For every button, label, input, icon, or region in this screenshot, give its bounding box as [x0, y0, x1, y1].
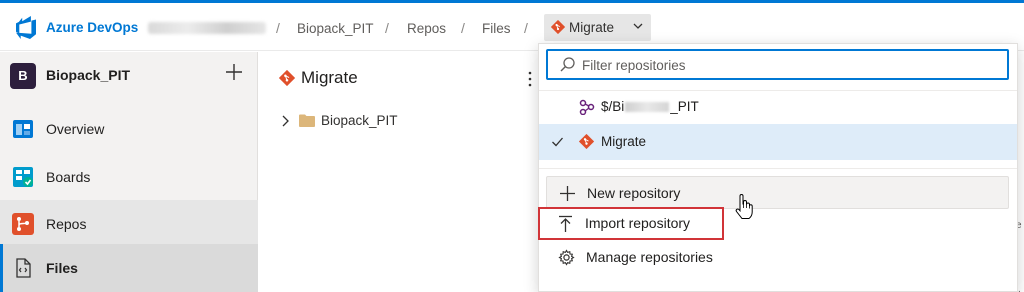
sidebar-item-repos[interactable]: Repos — [0, 200, 258, 248]
repo-title: Migrate — [301, 68, 358, 87]
tfvc-icon — [579, 99, 595, 115]
action-label: Import repository — [585, 215, 691, 231]
left-sidebar: B Biopack_PIT Overview Boards Repos File… — [0, 52, 258, 292]
sidebar-item-label: Files — [46, 260, 78, 276]
action-label: Manage repositories — [586, 249, 713, 265]
import-repository-button[interactable]: Import repository — [538, 207, 724, 240]
project-name[interactable]: Biopack_PIT — [46, 67, 130, 83]
chevron-down-icon — [633, 23, 643, 29]
azure-devops-logo-icon[interactable] — [14, 15, 38, 39]
more-options-icon[interactable] — [527, 69, 533, 89]
overview-icon — [13, 120, 33, 138]
redacted-text — [625, 102, 670, 112]
git-icon — [279, 70, 295, 86]
repository-selector-button[interactable]: Migrate — [544, 14, 651, 41]
breadcrumb-repos[interactable]: Repos — [407, 21, 446, 36]
sidebar-item-label: Overview — [46, 121, 105, 137]
gear-icon — [558, 249, 575, 266]
breadcrumb-files[interactable]: Files — [482, 21, 511, 36]
boards-icon — [13, 167, 33, 187]
sidebar-item-overview[interactable]: Overview — [0, 105, 258, 153]
plus-icon[interactable] — [224, 62, 244, 82]
filter-repositories-field[interactable] — [546, 49, 1009, 80]
project-avatar[interactable]: B — [10, 63, 36, 89]
repo-item-tfvc[interactable]: $/Bi _PIT — [539, 89, 1017, 125]
brand-name[interactable]: Azure DevOps — [46, 20, 138, 35]
repo-item-migrate[interactable]: Migrate — [539, 124, 1017, 160]
repo-label-prefix: $/Bi — [601, 99, 625, 114]
breadcrumb-separator: / — [461, 20, 465, 36]
repo-item-label: Migrate — [601, 134, 647, 149]
new-repository-button[interactable]: New repository — [546, 176, 1009, 209]
breadcrumb-separator: / — [385, 20, 389, 36]
plus-icon — [560, 186, 575, 201]
repository-dropdown: $/Bi _PIT Migrate New repository Import r… — [538, 43, 1018, 292]
search-icon — [560, 57, 575, 72]
hand-cursor-icon — [735, 194, 753, 219]
folder-icon — [299, 114, 315, 127]
filter-repositories-input[interactable] — [582, 55, 1002, 75]
chevron-right-icon[interactable] — [279, 114, 291, 128]
manage-repositories-button[interactable]: Manage repositories — [546, 241, 1009, 274]
folder-name: Biopack_PIT — [321, 113, 398, 128]
repo-item-label: $/Bi _PIT — [601, 99, 699, 114]
breadcrumb-project[interactable]: Biopack_PIT — [297, 21, 374, 36]
breadcrumb-separator: / — [524, 20, 528, 36]
sidebar-item-label: Repos — [46, 216, 87, 232]
git-icon — [579, 134, 594, 149]
organization-name-redacted[interactable] — [148, 22, 266, 34]
checkmark-icon — [552, 137, 563, 147]
import-icon — [559, 215, 572, 232]
divider — [539, 168, 1017, 169]
sidebar-item-label: Boards — [46, 169, 91, 185]
current-repo-label: Migrate — [569, 20, 615, 35]
action-label: New repository — [587, 185, 681, 201]
clipped-text: . — [1018, 284, 1021, 292]
selected-indicator — [0, 244, 3, 292]
sidebar-item-boards[interactable]: Boards — [0, 153, 258, 201]
file-explorer-panel: Migrate Biopack_PIT — [259, 52, 539, 292]
breadcrumb-separator: / — [276, 20, 280, 36]
files-icon — [16, 258, 31, 278]
git-icon — [551, 20, 565, 34]
sidebar-item-files[interactable]: Files — [0, 244, 258, 292]
repos-icon — [12, 213, 34, 235]
project-header: B Biopack_PIT — [0, 52, 258, 99]
repo-label-suffix: _PIT — [670, 99, 699, 114]
